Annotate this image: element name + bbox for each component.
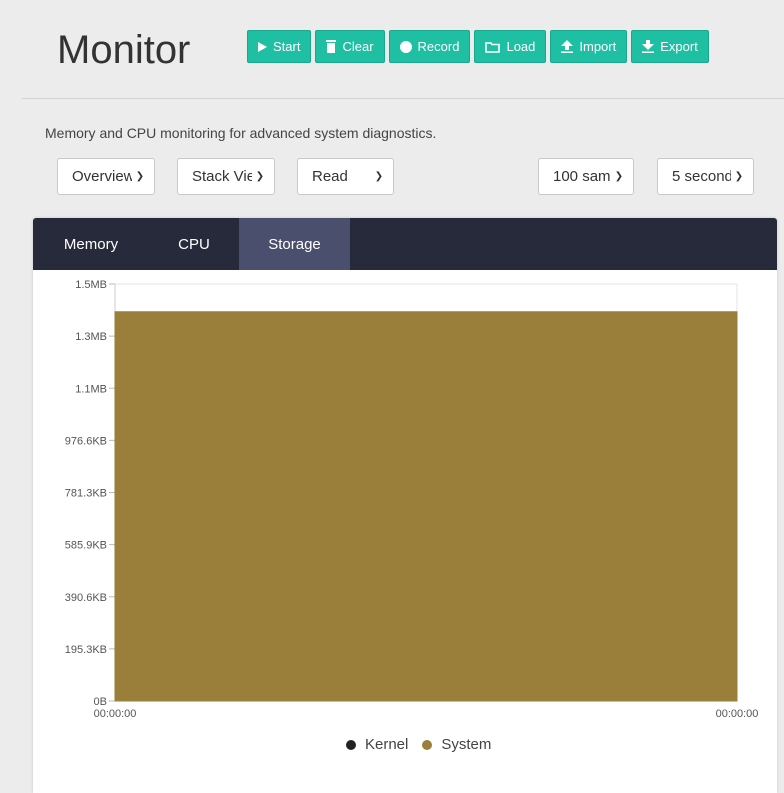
interval-select[interactable]: 5 seconds ❯ — [657, 158, 754, 195]
clear-button-label: Clear — [342, 39, 374, 54]
operation-select-value: Read — [312, 168, 348, 185]
upload-icon — [561, 40, 574, 53]
mode-select-value: Stack View — [192, 168, 252, 185]
folder-icon — [485, 41, 501, 53]
description: Memory and CPU monitoring for advanced s… — [45, 125, 437, 141]
y-tick-label: 1.5MB — [75, 279, 107, 291]
load-button-label: Load — [506, 39, 536, 54]
clear-button[interactable]: Clear — [315, 30, 385, 63]
chevron-down-icon: ❯ — [374, 171, 384, 182]
start-button-label: Start — [273, 39, 301, 54]
x-tick-label: 00:00:00 — [716, 708, 759, 720]
y-tick-label: 0B — [94, 696, 107, 708]
chevron-down-icon: ❯ — [135, 171, 145, 182]
record-button-label: Record — [417, 39, 460, 54]
legend-item-kernel[interactable]: Kernel — [346, 736, 408, 753]
chevron-down-icon: ❯ — [734, 171, 744, 182]
download-icon — [642, 40, 655, 53]
chevron-down-icon: ❯ — [614, 171, 624, 182]
load-button[interactable]: Load — [474, 30, 547, 63]
y-tick-label: 781.3KB — [65, 488, 107, 500]
area-series-system — [114, 311, 738, 702]
view-select[interactable]: Overview ❯ — [57, 158, 155, 195]
legend-dot-kernel — [346, 739, 356, 750]
monitor-page: Monitor Start Clear Record Load Import E… — [22, 8, 784, 793]
chart-panel: Memory CPU Storage 0B 195.3KB 390.6KB 585.9… — [33, 218, 777, 793]
legend-label-kernel: Kernel — [365, 736, 409, 753]
chevron-down-icon: ❯ — [255, 171, 265, 182]
view-select-value: Overview — [72, 168, 132, 185]
play-icon — [258, 41, 267, 52]
y-tick-label: 976.6KB — [65, 435, 107, 447]
header: Monitor Start Clear Record Load Import E… — [22, 8, 784, 99]
start-button[interactable]: Start — [247, 30, 312, 63]
samples-select[interactable]: 100 samples ❯ — [538, 158, 634, 195]
storage-area-chart: 0B 195.3KB 390.6KB 585.9KB 781.3KB 976.6KB 1.1… — [65, 279, 759, 720]
x-tick-label: 00:00:00 — [94, 708, 137, 720]
mode-select[interactable]: Stack View ❯ — [177, 158, 275, 195]
trash-icon — [326, 40, 337, 53]
record-icon — [399, 40, 412, 53]
legend-dot-system — [422, 739, 433, 750]
record-button[interactable]: Record — [388, 30, 471, 63]
page-title: Monitor — [57, 28, 191, 72]
chart-legend: Kernel System — [346, 736, 505, 753]
y-tick-label: 390.6KB — [65, 592, 107, 604]
operation-select[interactable]: Read ❯ — [297, 158, 394, 195]
y-tick-label: 195.3KB — [65, 644, 107, 656]
y-tick-label: 1.3MB — [75, 331, 107, 343]
legend-item-system[interactable]: System — [422, 736, 491, 753]
interval-select-value: 5 seconds — [672, 168, 731, 185]
import-button[interactable]: Import — [550, 30, 628, 63]
export-button[interactable]: Export — [631, 30, 709, 63]
import-button-label: Import — [579, 39, 617, 54]
export-button-label: Export — [660, 39, 698, 54]
samples-select-value: 100 samples — [553, 168, 611, 185]
y-tick-label: 1.1MB — [75, 383, 107, 395]
toolbar: Start Clear Record Load Import Export — [247, 30, 709, 63]
legend-label-system: System — [441, 736, 492, 753]
y-tick-label: 585.9KB — [65, 540, 107, 552]
